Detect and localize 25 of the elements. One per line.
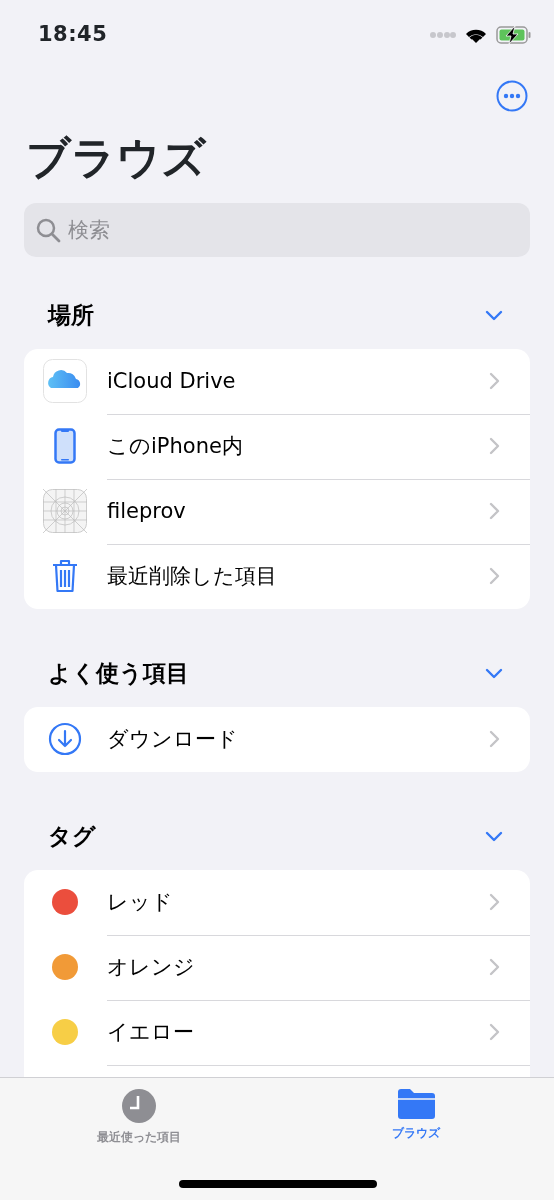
list-row[interactable]: このiPhone内 <box>24 413 530 479</box>
list-row[interactable]: iCloud Drive <box>24 348 530 414</box>
more-button[interactable] <box>496 80 528 112</box>
cloud-icon <box>43 359 87 404</box>
page-title: ブラウズ <box>26 132 208 185</box>
list-row[interactable]: ダウンロード <box>24 706 530 772</box>
list-row[interactable]: レッド <box>24 869 530 935</box>
section-header[interactable]: よく使う項目 <box>24 648 530 697</box>
section-header[interactable]: 場所 <box>24 290 530 339</box>
phone-icon <box>54 428 76 465</box>
status-time: 18:45 <box>38 21 108 49</box>
folder-icon <box>395 1088 436 1120</box>
list-row[interactable]: イエロー <box>24 999 530 1065</box>
app-placeholder-icon <box>43 489 87 534</box>
list-row[interactable]: オレンジ <box>24 934 530 1000</box>
signal-icon <box>430 31 456 39</box>
list-row[interactable]: fileprov <box>24 478 530 544</box>
search-field[interactable]: 検索 <box>24 202 530 257</box>
battery-icon <box>496 25 532 45</box>
list-row[interactable]: 最近削除した項目 <box>24 543 530 609</box>
download-icon <box>48 722 82 757</box>
trash-icon <box>51 558 79 595</box>
clock-icon <box>120 1088 157 1124</box>
tab-item[interactable]: ブラウズ <box>277 1078 554 1200</box>
section-header[interactable]: タグ <box>24 811 530 860</box>
